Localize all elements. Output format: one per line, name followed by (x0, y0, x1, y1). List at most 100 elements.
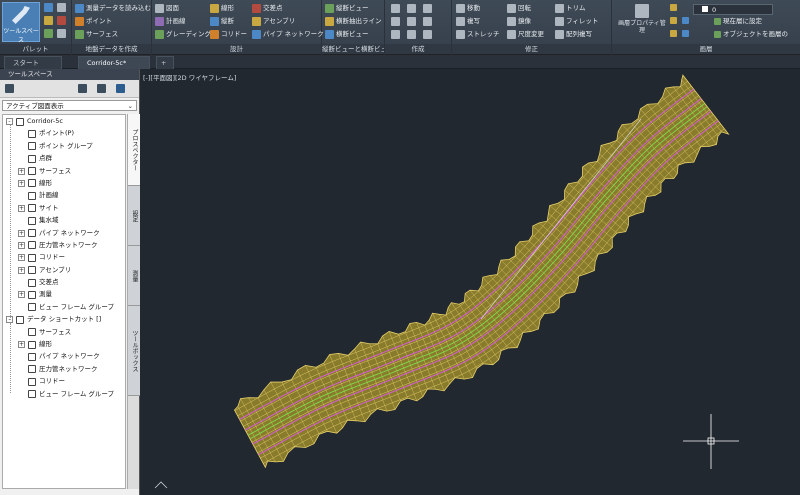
arc-icon[interactable] (423, 4, 432, 13)
array-button[interactable]: 配列複写 (555, 28, 592, 40)
expand-icon[interactable]: + (18, 204, 25, 212)
sample-lines-button[interactable]: 横断抽出ライン (325, 15, 382, 27)
lightbulb-icon[interactable] (670, 4, 677, 11)
mirror-button[interactable]: 鏡像 (507, 15, 531, 27)
lock-icon[interactable] (670, 30, 677, 37)
item-view-icon[interactable] (97, 84, 106, 93)
grading-button[interactable]: グレーディング (155, 28, 211, 40)
feature-line-button[interactable]: 計画線 (155, 15, 186, 27)
profile-section-group-title[interactable]: 縦断ビューと横断ビュー (322, 44, 384, 54)
tree-node[interactable]: パイプ ネットワーク (3, 350, 125, 362)
profile-button[interactable]: 縦断 (210, 15, 234, 27)
expand-icon[interactable]: + (18, 266, 25, 274)
expand-icon[interactable]: + (18, 167, 25, 175)
tree-node[interactable]: 集水域 (3, 214, 125, 226)
corridor-drawing[interactable] (141, 69, 800, 495)
alignment-button[interactable]: 線形 (210, 2, 234, 14)
layers-icon[interactable] (44, 16, 53, 25)
layer-properties-button[interactable]: 画層プロパティ管理 (618, 2, 666, 42)
region-icon[interactable] (423, 30, 432, 39)
copy-button[interactable]: 複写 (456, 15, 480, 27)
tree-node[interactable]: + 線形 (3, 338, 125, 350)
expand-icon[interactable]: + (18, 241, 25, 249)
table-icon[interactable] (57, 3, 66, 12)
expand-icon[interactable]: + (18, 291, 25, 299)
rectangle-icon[interactable] (423, 17, 432, 26)
tree-node[interactable]: + アセンブリ (3, 264, 125, 276)
tree-node[interactable]: ポイント(P) (3, 127, 125, 139)
viewport-controls-label[interactable]: [-][平面図][2D ワイヤフレーム] (143, 72, 236, 82)
expand-icon[interactable]: + (18, 341, 25, 349)
profile-view-button[interactable]: 縦断ビュー (325, 2, 369, 14)
tab-prospector[interactable]: プロスペクター (128, 114, 140, 186)
tree-node[interactable]: ビュー フレーム グループ (3, 388, 125, 400)
tree-node[interactable]: + サイト (3, 202, 125, 214)
trim-button[interactable]: トリム (555, 2, 586, 14)
tree-node[interactable]: コリドー (3, 375, 125, 387)
ellipse-icon[interactable] (407, 30, 416, 39)
expand-icon[interactable]: + (18, 229, 25, 237)
toolspace-button[interactable]: ツールスペース (2, 2, 40, 44)
tree-node[interactable]: 計画線 (3, 189, 125, 201)
tab-toolbox[interactable]: ツールボックス (128, 306, 140, 396)
ground-data-group-title[interactable]: 地盤データを作成 (72, 44, 151, 54)
import-survey-button[interactable]: 測量データを読み込む (75, 2, 151, 14)
tab-document[interactable]: Corridor-5c* (78, 56, 150, 69)
expand-icon[interactable]: + (18, 179, 25, 187)
properties-icon[interactable] (44, 3, 53, 12)
intersection-button[interactable]: 交差点 (252, 2, 283, 14)
collapse-icon[interactable]: - (6, 118, 13, 125)
tab-survey[interactable]: 測量 (128, 246, 140, 306)
tree-node[interactable]: + コリドー (3, 251, 125, 263)
polyline-icon[interactable] (407, 4, 416, 13)
toggle-icon[interactable] (78, 84, 87, 93)
match-layer-button[interactable]: オブジェクトを画層の (714, 28, 788, 40)
tree-node[interactable]: 圧力管ネットワーク (3, 363, 125, 375)
tree-node[interactable]: ビュー フレーム グループ (3, 301, 125, 313)
tree-node[interactable]: サーフェス (3, 326, 125, 338)
set-current-button[interactable]: 現在層に設定 (714, 15, 762, 27)
modify-group-title[interactable]: 修正 (452, 44, 611, 54)
move-button[interactable]: 移動 (456, 2, 480, 14)
tree-node[interactable]: + パイプ ネットワーク (3, 227, 125, 239)
hatch-icon[interactable] (407, 17, 416, 26)
view-select[interactable]: アクティブ図面表示 ⌄ (2, 100, 137, 111)
tree-node[interactable]: 交差点 (3, 276, 125, 288)
tree-node[interactable]: 点群 (3, 152, 125, 164)
tree-node[interactable]: + サーフェス (3, 165, 125, 177)
tree-node[interactable]: + 圧力管ネットワーク (3, 239, 125, 251)
line-icon[interactable] (391, 4, 400, 13)
refresh-icon[interactable] (5, 84, 14, 93)
stretch-button[interactable]: ストレッチ (456, 28, 500, 40)
tab-settings[interactable]: 設定 (128, 186, 140, 246)
layers-group-title[interactable]: 画層 (612, 44, 800, 54)
assembly-button[interactable]: アセンブリ (252, 15, 295, 27)
pipe-network-button[interactable]: パイプ ネットワーク (252, 28, 324, 40)
palette-group-title[interactable]: パレット (0, 44, 71, 54)
draw-group-title[interactable]: 作成 (385, 44, 451, 54)
tree-node[interactable]: + 線形 (3, 177, 125, 189)
expand-icon[interactable]: + (18, 254, 25, 262)
tree-node[interactable]: - データ ショートカット [] (3, 313, 125, 325)
tree-node[interactable]: ポイント グループ (3, 140, 125, 152)
layer-off-icon[interactable] (682, 30, 689, 37)
tools-icon[interactable] (57, 16, 66, 25)
circle-icon[interactable] (391, 17, 400, 26)
tab-start[interactable]: スタート (4, 56, 62, 69)
calculator-icon[interactable] (57, 29, 66, 38)
fillet-button[interactable]: フィレット (555, 15, 598, 27)
parcel-button[interactable]: 図面 (155, 2, 179, 14)
scale-button[interactable]: 尺度変更 (507, 28, 544, 40)
design-group-title[interactable]: 設計 (152, 44, 321, 54)
help-icon[interactable] (116, 84, 125, 93)
spline-icon[interactable] (391, 30, 400, 39)
corridor-button[interactable]: コリドー (210, 28, 247, 40)
tree-node[interactable]: - Corridor-5c (3, 115, 125, 127)
new-tab-button[interactable]: + (156, 56, 174, 69)
section-view-button[interactable]: 横断ビュー (325, 28, 369, 40)
rotate-button[interactable]: 回転 (507, 2, 531, 14)
design-center-icon[interactable] (44, 29, 53, 38)
freeze-icon[interactable] (670, 17, 677, 24)
palette-title[interactable]: ツールスペース (0, 69, 139, 80)
layer-isolate-icon[interactable] (682, 17, 689, 24)
